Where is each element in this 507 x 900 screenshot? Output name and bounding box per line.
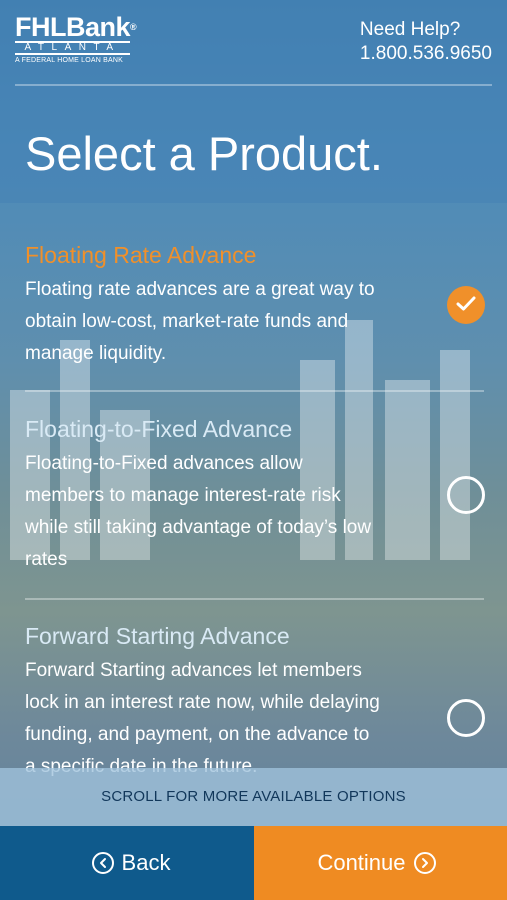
- product-description: Floating rate advances are a great way t…: [25, 279, 375, 364]
- product-divider: [25, 598, 484, 600]
- unselected-radio[interactable]: [447, 476, 485, 514]
- product-divider: [25, 390, 484, 392]
- logo-registered-mark: ®: [130, 22, 137, 32]
- product-name: Floating Rate Advance: [25, 242, 257, 268]
- help-label: Need Help?: [359, 19, 461, 40]
- unselected-radio[interactable]: [447, 699, 485, 737]
- chevron-left-circle-icon: [91, 852, 114, 874]
- selected-radio[interactable]: [447, 286, 485, 324]
- product-description: Forward Starting advances let members lo…: [25, 660, 380, 777]
- product-name: Forward Starting Advance: [25, 623, 290, 649]
- screen: FHLBank® ATLANTA A FEDERAL HOME LOAN BAN…: [0, 0, 507, 900]
- product-option-floating-rate[interactable]: Floating Rate Advance Floating rate adva…: [25, 240, 485, 370]
- scroll-hint-banner: SCROLL FOR MORE AVAILABLE OPTIONS: [0, 768, 507, 826]
- header: FHLBank® ATLANTA A FEDERAL HOME LOAN BAN…: [0, 0, 507, 203]
- logo-city: ATLANTA: [15, 41, 130, 55]
- product-option-floating-to-fixed[interactable]: Floating-to-Fixed Advance Floating-to-Fi…: [25, 414, 485, 576]
- page-title: Select a Product.: [25, 127, 383, 180]
- product-name: Floating-to-Fixed Advance: [25, 416, 293, 442]
- continue-button[interactable]: Continue: [254, 826, 507, 900]
- help-phone-link[interactable]: 1.800.536.9650: [360, 42, 492, 66]
- logo-name: FHLBank: [15, 12, 131, 42]
- fhlbank-logo: FHLBank® ATLANTA A FEDERAL HOME LOAN BAN…: [15, 12, 137, 64]
- back-button[interactable]: Back: [0, 826, 254, 900]
- back-button-label: Back: [121, 850, 171, 875]
- help-contact[interactable]: Need Help? 1.800.536.9650: [360, 18, 492, 66]
- logo-tagline: A FEDERAL HOME LOAN BANK: [15, 57, 124, 64]
- check-icon: [456, 296, 476, 311]
- header-divider: [15, 84, 492, 86]
- product-option-forward-starting[interactable]: Forward Starting Advance Forward Startin…: [25, 621, 485, 783]
- continue-button-label: Continue: [317, 850, 406, 875]
- product-description: Floating-to-Fixed advances allow members…: [25, 453, 372, 570]
- chevron-right-circle-icon: [413, 852, 436, 874]
